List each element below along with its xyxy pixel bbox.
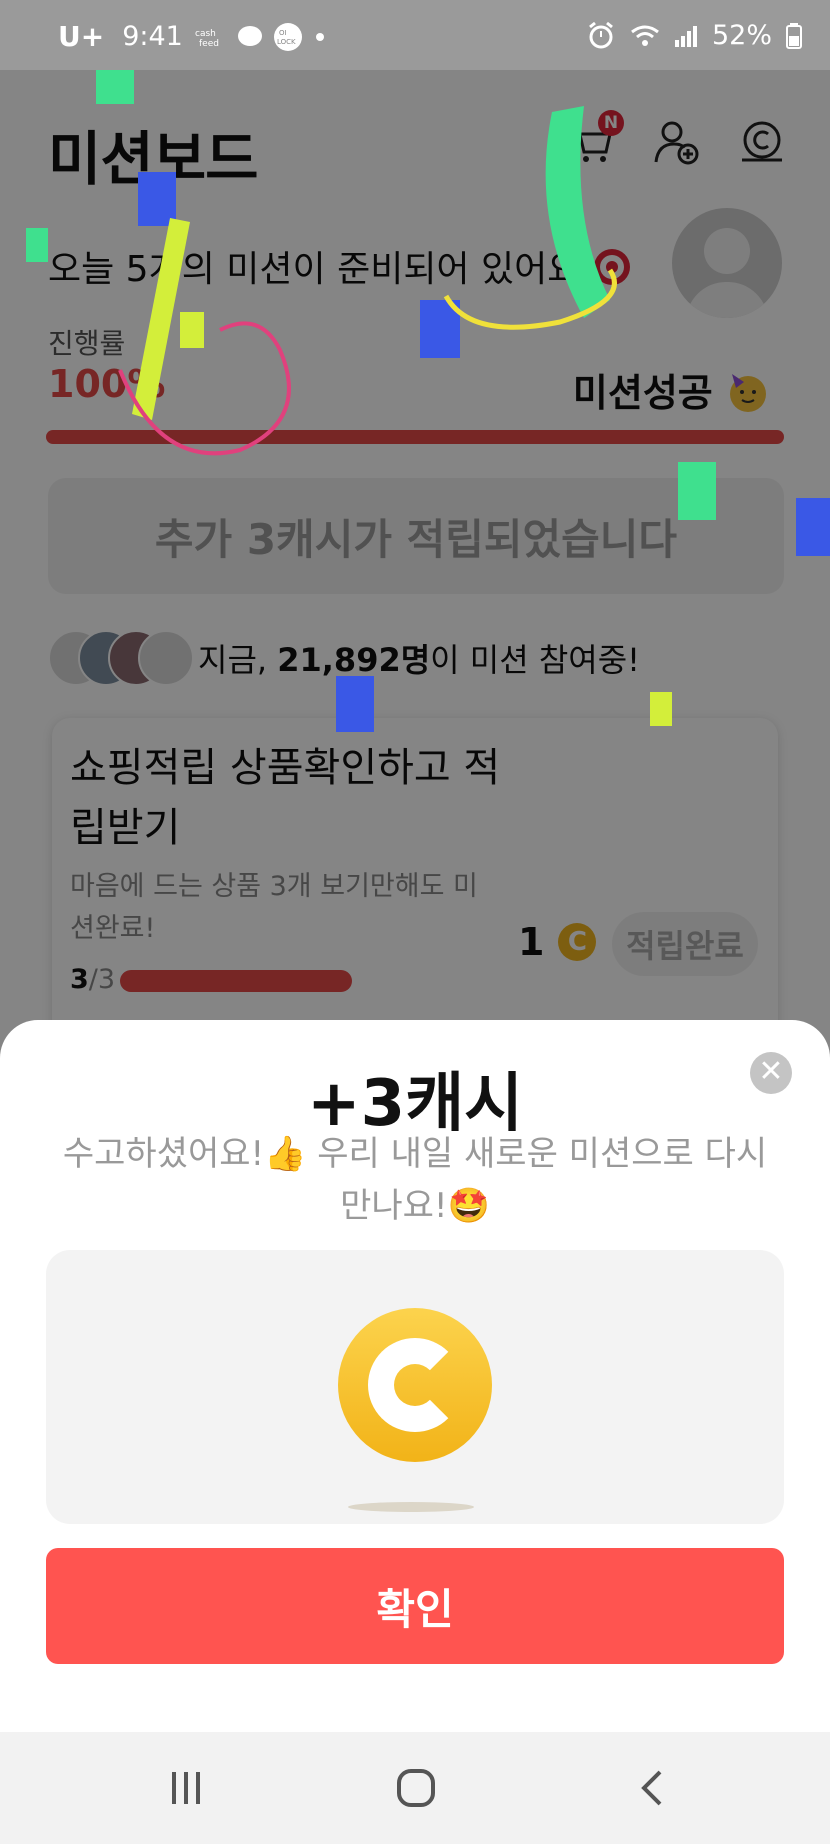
system-nav-bar (0, 1732, 830, 1844)
coin-icon (338, 1308, 492, 1462)
recent-apps-icon[interactable] (166, 1768, 206, 1808)
signal-icon (674, 25, 697, 47)
home-icon[interactable] (396, 1768, 436, 1808)
carrier-label: U+ (58, 20, 105, 53)
battery-icon (786, 22, 802, 49)
confirm-button[interactable]: 확인 (46, 1548, 784, 1664)
status-bar: U+ 9:41 cash feed OI LOCK 52% (0, 0, 830, 70)
svg-text:LOCK: LOCK (277, 38, 296, 46)
back-icon[interactable] (632, 1768, 672, 1808)
reward-message-line2: 만나요!🤩 (340, 1186, 490, 1226)
wifi-icon (631, 25, 659, 46)
cashfeed-icon: cashfeed (195, 29, 219, 48)
close-button[interactable]: ✕ (750, 1052, 792, 1094)
reward-message-line1: 수고하셨어요!👍 우리 내일 새로운 미션으로 다시 (62, 1134, 768, 1174)
coin-shadow (348, 1502, 474, 1512)
svg-text:OI: OI (279, 29, 287, 37)
reward-bottom-sheet: +3캐시 ✕ 수고하셨어요!👍 우리 내일 새로운 미션으로 다시 만나요!🤩 … (0, 1020, 830, 1732)
chat-bubble-icon (237, 25, 262, 46)
lock-app-icon: OILOCK (273, 22, 302, 51)
battery-percent: 52% (711, 20, 772, 51)
close-icon: ✕ (758, 1054, 784, 1089)
modal-backdrop[interactable] (0, 70, 830, 1120)
coin-display (46, 1250, 784, 1524)
clock: 9:41 (122, 21, 183, 52)
svg-text:feed: feed (199, 39, 219, 48)
dot-icon (315, 32, 324, 41)
alarm-icon (589, 21, 613, 48)
reward-message: 수고하셨어요!👍 우리 내일 새로운 미션으로 다시 만나요!🤩 (40, 1128, 790, 1232)
svg-text:cash: cash (195, 29, 216, 39)
